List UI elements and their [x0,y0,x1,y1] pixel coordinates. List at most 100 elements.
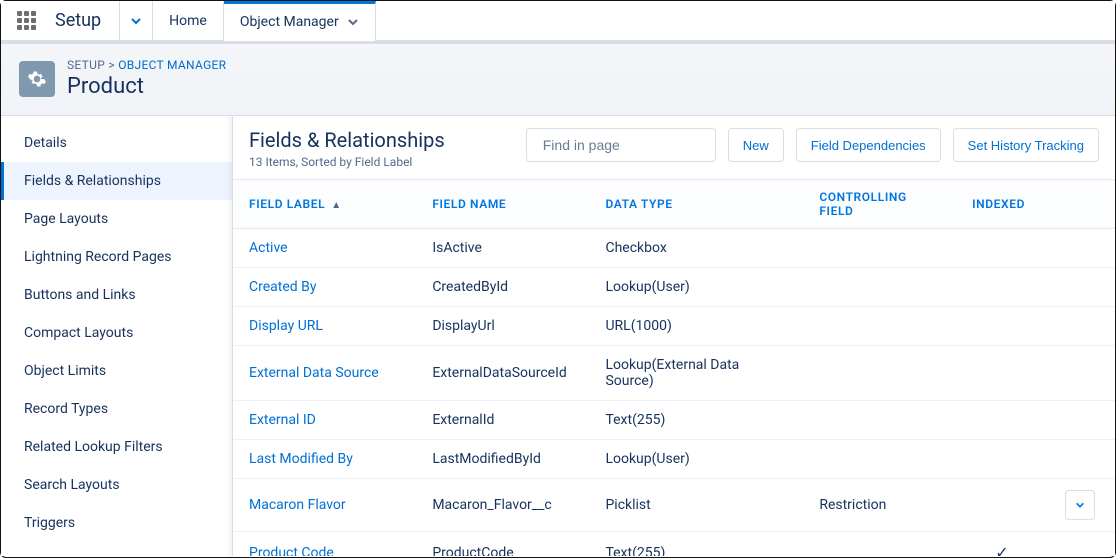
section-title: Fields & Relationships [249,128,514,152]
search-field-wrap[interactable] [526,128,716,162]
field-data-type: Lookup(User) [589,268,803,307]
breadcrumb: SETUP > OBJECT MANAGER [67,58,226,72]
nav-tab-label: Object Manager [240,14,339,30]
field-controlling-field [803,346,956,401]
sidebar-item-object-limits[interactable]: Object Limits [1,352,232,390]
sidebar-item-search-layouts[interactable]: Search Layouts [1,466,232,504]
table-row: Created ByCreatedByIdLookup(User) [233,268,1115,307]
field-api-name: ProductCode [416,532,589,557]
field-api-name: LastModifiedById [416,440,589,479]
left-nav-sidebar: DetailsFields & RelationshipsPage Layout… [1,116,233,556]
column-header-data-type[interactable]: DATA TYPE [589,180,803,229]
field-indexed-cell [956,479,1048,532]
row-action-cell [1048,346,1115,401]
field-api-name: IsActive [416,229,589,268]
field-api-name: ExternalId [416,401,589,440]
field-controlling-field [803,307,956,346]
nav-tab-home[interactable]: Home [153,1,224,40]
chevron-down-icon [347,16,359,28]
row-action-cell [1048,268,1115,307]
table-row: External Data SourceExternalDataSourceId… [233,346,1115,401]
field-controlling-field: Restriction [803,479,956,532]
breadcrumb-sep: > [108,58,115,72]
field-indexed-cell [956,440,1048,479]
table-row: External IDExternalIdText(255) [233,401,1115,440]
gear-icon [27,69,47,89]
field-label-link[interactable]: Created By [233,268,416,307]
main-header: Fields & Relationships 13 Items, Sorted … [233,116,1115,179]
field-indexed-cell [956,229,1048,268]
table-row: ActiveIsActiveCheckbox [233,229,1115,268]
caret-down-icon [1075,500,1085,510]
main-panel: Fields & Relationships 13 Items, Sorted … [233,116,1115,556]
field-api-name: Macaron_Flavor__c [416,479,589,532]
search-input[interactable] [543,137,724,153]
sidebar-item-compact-layouts[interactable]: Compact Layouts [1,314,232,352]
field-api-name: DisplayUrl [416,307,589,346]
global-navbar: Setup HomeObject Manager [1,1,1115,41]
row-action-cell [1048,307,1115,346]
breadcrumb-prefix: SETUP [67,58,105,72]
column-header-field-label[interactable]: FIELD LABEL▲ [233,180,416,229]
caret-down-icon [130,15,142,27]
check-icon: ✓ [995,543,1008,556]
waffle-icon [17,11,36,30]
row-action-menu-button[interactable] [1065,490,1095,520]
nav-tab-object-manager[interactable]: Object Manager [224,1,376,40]
nav-tabs: Home Object Manager [153,1,376,40]
field-controlling-field [803,532,956,557]
field-label-link[interactable]: Last Modified By [233,440,416,479]
field-label-link[interactable]: Macaron Flavor [233,479,416,532]
field-label-link[interactable]: External ID [233,401,416,440]
sidebar-item-buttons-and-links[interactable]: Buttons and Links [1,276,232,314]
column-header-indexed[interactable]: INDEXED [956,180,1048,229]
breadcrumb-link-object-manager[interactable]: OBJECT MANAGER [118,58,226,72]
field-indexed-cell [956,307,1048,346]
setup-gear-icon-box [19,61,55,97]
column-header-controlling-field[interactable]: CONTROLLING FIELD [803,180,956,229]
field-indexed-cell: ✓ [956,532,1048,557]
row-action-cell [1048,440,1115,479]
table-row: Macaron FlavorMacaron_Flavor__cPicklistR… [233,479,1115,532]
app-launcher-button[interactable] [1,1,51,40]
field-controlling-field [803,229,956,268]
sidebar-item-page-layouts[interactable]: Page Layouts [1,200,232,238]
table-row: Last Modified ByLastModifiedByIdLookup(U… [233,440,1115,479]
sidebar-item-related-lookup-filters[interactable]: Related Lookup Filters [1,428,232,466]
field-label-link[interactable]: Product Code [233,532,416,557]
section-subtitle: 13 Items, Sorted by Field Label [249,155,514,169]
field-label-link[interactable]: External Data Source [233,346,416,401]
app-switch-caret[interactable] [119,1,153,40]
sidebar-item-record-types[interactable]: Record Types [1,390,232,428]
row-action-cell [1048,229,1115,268]
field-label-link[interactable]: Display URL [233,307,416,346]
field-data-type: Text(255) [589,401,803,440]
sidebar-item-fields-relationships[interactable]: Fields & Relationships [1,162,232,200]
sidebar-item-lightning-record-pages[interactable]: Lightning Record Pages [1,238,232,276]
column-header-field-name[interactable]: FIELD NAME [416,180,589,229]
field-api-name: CreatedById [416,268,589,307]
field-indexed-cell [956,401,1048,440]
field-dependencies-button[interactable]: Field Dependencies [796,128,941,162]
sort-ascending-icon: ▲ [331,200,342,211]
set-history-tracking-button[interactable]: Set History Tracking [953,128,1099,162]
sidebar-item-details[interactable]: Details [1,124,232,162]
sidebar-item-triggers[interactable]: Triggers [1,504,232,542]
column-header-actions [1048,180,1115,229]
table-row: Display URLDisplayUrlURL(1000) [233,307,1115,346]
fields-table: FIELD LABEL▲ FIELD NAME DATA TYPE CONTRO… [233,179,1115,556]
field-indexed-cell [956,346,1048,401]
new-button[interactable]: New [728,128,784,162]
row-action-cell [1048,532,1115,557]
field-label-link[interactable]: Active [233,229,416,268]
field-data-type: Picklist [589,479,803,532]
field-controlling-field [803,268,956,307]
row-action-cell [1048,479,1115,532]
nav-tab-label: Home [169,13,207,29]
content-body: DetailsFields & RelationshipsPage Layout… [1,116,1115,556]
page-header-region: SETUP > OBJECT MANAGER Product [1,41,1115,116]
field-data-type: Lookup(External Data Source) [589,346,803,401]
field-controlling-field [803,440,956,479]
field-data-type: Checkbox [589,229,803,268]
field-data-type: Lookup(User) [589,440,803,479]
